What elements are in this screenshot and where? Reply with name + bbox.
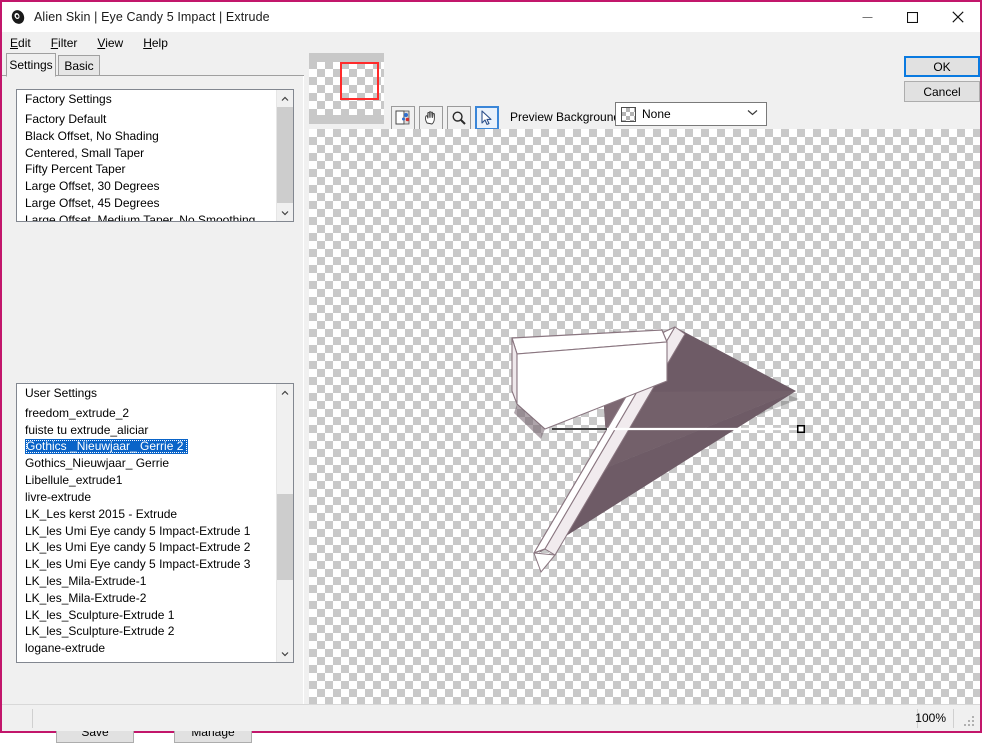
chevron-down-icon[interactable] xyxy=(747,109,758,119)
list-item[interactable]: Large Offset, Medium Taper, No Smoothing xyxy=(17,212,276,221)
tab-basic[interactable]: Basic xyxy=(58,55,100,76)
menu-item-filter[interactable]: Filter xyxy=(51,36,78,50)
tab-settings-label: Settings xyxy=(9,58,53,72)
settings-panel: Settings Basic Factory Settings Factory … xyxy=(2,53,304,743)
list-item[interactable]: Centered, Small Taper xyxy=(17,145,276,162)
list-item[interactable]: Large Offset, 30 Degrees xyxy=(17,178,276,195)
status-bar: 100% xyxy=(2,704,980,731)
cancel-button[interactable]: Cancel xyxy=(904,81,980,102)
preview-panel: Preview Background: None OK Cancel xyxy=(305,53,980,704)
tab-basic-label: Basic xyxy=(64,58,94,73)
tab-strip: Settings Basic xyxy=(2,53,304,77)
navigator-thumbnail[interactable] xyxy=(309,53,384,124)
alien-skin-logo-icon xyxy=(10,9,26,25)
list-item[interactable]: logane-extrude xyxy=(17,640,276,657)
cancel-button-label: Cancel xyxy=(923,84,961,99)
hand-icon[interactable] xyxy=(419,106,443,130)
list-item[interactable]: livre-extrude xyxy=(17,489,276,506)
user-settings-header: User Settings xyxy=(25,386,98,400)
list-item[interactable]: LK_les_Mila-Extrude-2 xyxy=(17,590,276,607)
minimize-button[interactable] xyxy=(845,2,890,32)
preview-background-value: None xyxy=(642,107,671,121)
user-settings-scrollbar[interactable] xyxy=(276,384,293,662)
factory-settings-scrollbar[interactable] xyxy=(276,90,293,221)
list-item[interactable]: Factory Default xyxy=(17,111,276,128)
factory-settings-header: Factory Settings xyxy=(25,92,112,106)
close-button[interactable] xyxy=(935,2,980,32)
window-title: Alien Skin | Eye Candy 5 Impact | Extrud… xyxy=(34,10,270,24)
ok-button-label: OK xyxy=(933,59,951,74)
menu-item-edit[interactable]: Edit xyxy=(10,36,31,50)
zoom-icon[interactable] xyxy=(447,106,471,130)
list-item[interactable]: Libellule_extrude1 xyxy=(17,472,276,489)
list-item[interactable]: LK_les_Sculpture-Extrude 2 xyxy=(17,623,276,640)
list-item[interactable]: Black Offset, No Shading xyxy=(17,128,276,145)
list-item[interactable]: LK_les Umi Eye candy 5 Impact-Extrude 1 xyxy=(17,523,276,540)
preview-background-select[interactable]: None xyxy=(615,102,767,126)
list-item[interactable]: LK_les Umi Eye candy 5 Impact-Extrude 2 xyxy=(17,539,276,556)
list-item[interactable]: LK_les Umi Eye candy 5 Impact-Extrude 3 xyxy=(17,556,276,573)
list-item[interactable]: Gothics_Nieuwjaar_ Gerrie xyxy=(17,455,276,472)
sample-color-icon[interactable] xyxy=(391,106,415,130)
list-item-selected[interactable]: Gothics _Nieuwjaar_ Gerrie 2 xyxy=(25,438,189,454)
navigator-view-rect[interactable] xyxy=(340,62,379,100)
list-item[interactable]: LK_les_Sculpture-Extrude 1 xyxy=(17,607,276,624)
navigator-band-top xyxy=(309,53,384,62)
chevron-up-icon[interactable] xyxy=(277,384,293,401)
resize-grip-icon[interactable] xyxy=(963,715,976,728)
user-settings-listbox[interactable]: User Settings freedom_extrude_2 fuiste tu… xyxy=(16,383,294,663)
preview-background-label: Preview Background: xyxy=(510,110,624,124)
menu-item-help[interactable]: Help xyxy=(143,36,168,50)
tab-settings[interactable]: Settings xyxy=(6,53,56,77)
preview-canvas[interactable] xyxy=(309,129,980,704)
list-item[interactable]: fuiste tu extrude_aliciar xyxy=(17,422,276,439)
chevron-up-icon[interactable] xyxy=(277,90,293,107)
factory-scrollbar-thumb[interactable] xyxy=(277,107,293,203)
arrow-select-icon[interactable] xyxy=(475,106,499,130)
list-item[interactable]: Large Offset, 45 Degrees xyxy=(17,195,276,212)
user-settings-list: User Settings freedom_extrude_2 fuiste tu… xyxy=(17,384,276,662)
maximize-button[interactable] xyxy=(890,2,935,32)
application-window: Alien Skin | Eye Candy 5 Impact | Extrud… xyxy=(0,0,982,743)
factory-settings-listbox[interactable]: Factory Settings Factory Default Black Of… xyxy=(16,89,294,222)
list-item[interactable]: LK_Les kerst 2015 - Extrude xyxy=(17,506,276,523)
chevron-down-icon[interactable] xyxy=(277,204,293,221)
status-divider xyxy=(32,709,33,728)
navigator-band-bottom xyxy=(309,115,384,124)
list-item[interactable]: Gothics _Nieuwjaar_ Gerrie 2 xyxy=(17,438,276,456)
list-item[interactable]: Fifty Percent Taper xyxy=(17,161,276,178)
extruded-arrow-preview xyxy=(511,326,805,573)
zoom-level-indicator: 100% xyxy=(915,711,946,725)
transparency-swatch-icon xyxy=(621,106,636,122)
menu-bar: Edit Filter View Help xyxy=(2,32,980,53)
list-item[interactable]: freedom_extrude_2 xyxy=(17,405,276,422)
chevron-down-icon[interactable] xyxy=(277,645,293,662)
status-divider xyxy=(953,709,954,728)
menu-item-view[interactable]: View xyxy=(97,36,123,50)
window-controls xyxy=(845,2,980,32)
ok-button[interactable]: OK xyxy=(904,56,980,77)
list-item[interactable]: LK_les_Mila-Extrude-1 xyxy=(17,573,276,590)
title-bar: Alien Skin | Eye Candy 5 Impact | Extrud… xyxy=(2,2,980,32)
user-scrollbar-thumb[interactable] xyxy=(277,494,293,580)
factory-settings-list: Factory Settings Factory Default Black Of… xyxy=(17,90,276,221)
